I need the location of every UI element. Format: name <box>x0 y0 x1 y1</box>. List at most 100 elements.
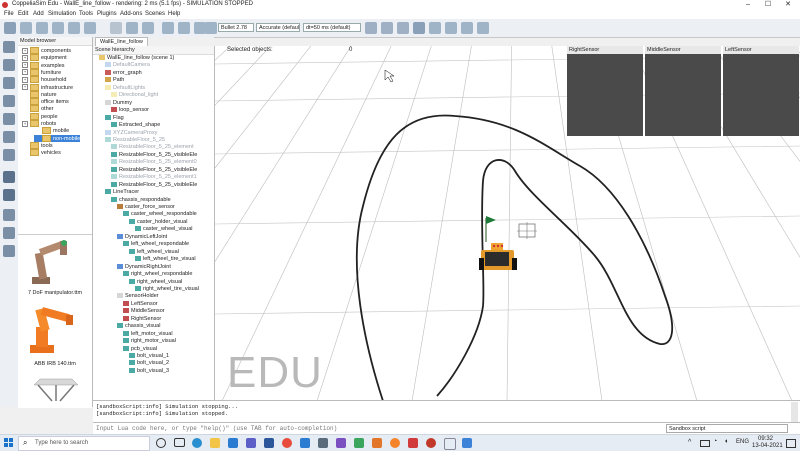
app-icon[interactable] <box>408 438 418 448</box>
model-folder-item[interactable]: +office items <box>22 98 69 106</box>
model-folder-item[interactable]: + household <box>22 76 66 84</box>
model-thumbnail[interactable] <box>22 239 88 287</box>
scripts-icon[interactable] <box>3 95 15 107</box>
scene-object-item[interactable]: left_wheel_visual <box>129 249 179 256</box>
mail-icon[interactable] <box>300 438 310 448</box>
scene-object-item[interactable]: chassis_respondable <box>111 197 171 204</box>
language-indicator[interactable]: ENG <box>736 439 749 445</box>
shape-edit-icon[interactable] <box>3 113 15 125</box>
model-folder-item[interactable]: + equipment <box>22 54 67 62</box>
maximize-button[interactable]: ☐ <box>758 0 778 10</box>
expand-toggle-icon[interactable]: + <box>22 47 28 54</box>
scene-object-item[interactable]: ResizableFloor_5_25_element1 <box>111 174 197 181</box>
expand-toggle-icon[interactable]: + <box>22 84 28 90</box>
scene-object-item[interactable]: SensorHolder <box>117 293 159 300</box>
scene-object-item[interactable]: left_wheel_tire_visual <box>135 256 196 263</box>
pause-icon[interactable] <box>381 22 393 34</box>
app-icon[interactable] <box>354 438 364 448</box>
model-folder-item[interactable]: +vehicles <box>22 149 61 157</box>
menu-simulation[interactable]: Simulation <box>48 11 76 17</box>
play-icon[interactable] <box>365 22 377 34</box>
scene-object-item[interactable]: pcb_visual <box>123 346 157 353</box>
vscode-icon[interactable] <box>228 438 238 448</box>
camera-zoom-icon[interactable] <box>52 22 64 34</box>
click-select-icon[interactable] <box>110 22 122 34</box>
scene-object-item[interactable]: ResizableFloor_5_25_element <box>111 144 194 151</box>
path-edit-icon[interactable] <box>3 131 15 143</box>
menu-tools[interactable]: Tools <box>79 11 93 17</box>
clock-date[interactable]: 13-04-2021 <box>752 443 783 449</box>
scene-object-item[interactable]: caster_wheel_visual <box>135 226 193 233</box>
explorer-icon[interactable] <box>210 438 220 448</box>
model-folder-item[interactable]: + components <box>22 47 71 54</box>
scene-object-item[interactable]: bolt_visual_2 <box>129 360 169 367</box>
expand-toggle-icon[interactable]: + <box>22 62 28 69</box>
scene-object-properties-icon[interactable] <box>3 41 15 53</box>
translate-icon[interactable] <box>126 22 138 34</box>
scene-object-item[interactable]: DynamicLeftJoint <box>117 234 167 241</box>
app-icon[interactable] <box>372 438 382 448</box>
expand-toggle-icon[interactable]: + <box>22 76 28 83</box>
app-icon[interactable] <box>444 438 456 450</box>
scene-object-item[interactable]: right_wheel_tire_visual <box>135 286 199 293</box>
scene-object-item[interactable]: right_motor_visual <box>123 338 176 345</box>
selection-icon[interactable] <box>3 149 15 161</box>
firefox-icon[interactable] <box>390 438 400 448</box>
menu-help[interactable]: Help <box>168 11 180 17</box>
expand-toggle-icon[interactable]: + <box>22 69 28 76</box>
transfer-dna-icon[interactable] <box>178 22 190 34</box>
model-folder-item[interactable]: +nature <box>22 90 57 98</box>
scene-object-item[interactable]: caster_holder_visual <box>129 219 187 226</box>
model-folder-item[interactable]: + furniture <box>22 68 61 76</box>
scene-object-item[interactable]: ResizableFloor_5_25_element0 <box>111 159 197 166</box>
network-icon[interactable]: ◔ <box>713 438 717 445</box>
model-folder-item[interactable]: +non-mobile <box>34 134 81 142</box>
model-folder-item[interactable]: +mobile <box>34 127 69 135</box>
expand-toggle-icon[interactable]: + <box>22 54 28 61</box>
minimize-button[interactable]: – <box>738 0 758 10</box>
model-folder-item[interactable]: + examples <box>22 61 65 69</box>
collections-icon[interactable] <box>3 77 15 89</box>
scene-object-item[interactable]: right_wheel_visual <box>129 279 182 286</box>
scene-object-item[interactable]: Path <box>105 77 124 84</box>
menu-addons[interactable]: Add-ons <box>120 11 142 17</box>
scene-object-item[interactable]: bolt_visual_3 <box>129 368 169 375</box>
task-view-icon[interactable] <box>174 438 185 447</box>
scene-object-item[interactable]: XYZCameraProxy <box>105 130 157 137</box>
expand-toggle-icon[interactable]: + <box>22 120 28 127</box>
menu-plugins[interactable]: Plugins <box>97 11 117 17</box>
teams-icon[interactable] <box>246 438 256 448</box>
volume-icon[interactable]: ◖ <box>724 438 728 445</box>
realtime-icon[interactable] <box>413 22 425 34</box>
scene-object-item[interactable]: DefaultLights <box>105 85 145 92</box>
close-button[interactable]: ✕ <box>778 0 798 10</box>
stop-icon[interactable] <box>397 22 409 34</box>
physics-engine-select[interactable]: Bullet 2.78 <box>218 23 254 32</box>
scene-object-item[interactable]: DefaultCamera <box>105 62 150 69</box>
notifications-icon[interactable] <box>786 439 796 448</box>
scene-viewport[interactable]: Selected objects: 0 EDU RightSensor Middl… <box>215 46 800 401</box>
model-folder-item[interactable]: +other <box>22 105 54 113</box>
scene-object-item[interactable]: Dummy <box>105 100 132 107</box>
scene-object-item[interactable]: bolt_visual_1 <box>129 353 169 360</box>
scene-object-item[interactable]: chassis_visual <box>117 323 160 330</box>
camera-pan-icon[interactable] <box>4 22 16 34</box>
assemble-icon[interactable] <box>162 22 174 34</box>
faster-icon[interactable] <box>445 22 457 34</box>
timestep-select[interactable]: dt=50 ms (default) <box>303 23 361 32</box>
scene-object-item[interactable]: RightSensor <box>123 316 161 323</box>
scene-hierarchy-toggle-icon[interactable] <box>3 189 15 201</box>
scene-object-item[interactable]: right_wheel_respondable <box>123 271 192 278</box>
tray-chevron-icon[interactable]: ^ <box>688 439 691 446</box>
camera-angle-icon[interactable] <box>68 22 80 34</box>
scene-object-item[interactable]: LineTracer <box>105 189 139 196</box>
scene-object-item[interactable]: LeftSensor <box>123 301 158 308</box>
visualization-icon[interactable] <box>477 22 489 34</box>
clock-time[interactable]: 09:32 <box>758 436 773 442</box>
slower-icon[interactable] <box>429 22 441 34</box>
app-icon[interactable] <box>336 438 346 448</box>
script-selector[interactable]: Sandbox script <box>666 424 788 433</box>
scene-object-item[interactable]: Directional_light <box>111 92 158 99</box>
menu-file[interactable]: File <box>4 11 14 17</box>
scene-object-item[interactable]: error_graph <box>105 70 142 77</box>
